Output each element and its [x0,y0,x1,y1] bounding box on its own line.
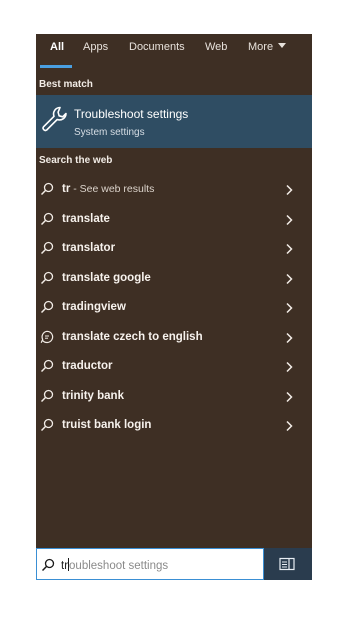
result-label: translate czech to english [62,330,203,343]
web-result-trinity-bank[interactable]: trinity bank [36,383,312,411]
chevron-right-icon [286,184,293,196]
best-match-result[interactable]: Troubleshoot settings System settings [36,95,312,148]
chevron-right-icon [286,361,293,373]
result-label: trinity bank [62,389,124,402]
search-icon [40,389,54,402]
tab-apps[interactable]: Apps [83,41,108,53]
search-icon [41,558,55,572]
taskbar-search: troubleshoot settings [36,548,312,580]
best-match-subtitle: System settings [74,127,145,138]
search-autocomplete-text: oubleshoot settings [69,560,169,572]
chevron-right-icon [286,420,293,432]
web-result-traductor[interactable]: traductor [36,353,312,381]
web-result-tr[interactable]: tr - See web results [36,176,312,204]
tab-more[interactable]: More [248,41,287,53]
preview-pane-icon [279,557,295,571]
preview-pane-button[interactable] [264,548,312,580]
web-result-translate-czech[interactable]: translate czech to english [36,324,312,352]
search-icon [40,212,54,225]
chevron-right-icon [286,243,293,255]
chevron-right-icon [286,273,293,284]
tab-more-label: More [248,41,274,53]
result-label: translator [62,242,116,254]
chevron-right-icon [286,302,293,314]
result-label: tradingview [62,301,126,313]
result-label: tr - See web results [62,183,154,195]
best-match-title: Troubleshoot settings [74,107,189,121]
search-icon [40,359,54,373]
active-tab-indicator [40,65,72,68]
result-suffix: - See web results [70,183,155,195]
result-label: translate [62,212,110,225]
chevron-right-icon [286,214,293,225]
search-query: troubleshoot settings [61,558,168,572]
search-input[interactable]: troubleshoot settings [36,548,264,580]
caret-down-icon [278,43,287,48]
chat-bubble-icon [40,330,54,343]
search-web-heading: Search the web [39,155,113,166]
result-label: traductor [62,360,113,372]
chevron-right-icon [286,332,293,343]
web-result-tradingview[interactable]: tradingview [36,294,312,322]
best-match-heading: Best match [39,79,93,90]
search-icon [40,182,54,196]
tab-all[interactable]: All [50,41,64,53]
search-icon [40,241,54,255]
chevron-right-icon [286,391,293,402]
result-label: truist bank login [62,419,152,431]
wrench-icon [42,106,67,132]
search-icon [40,271,54,284]
web-result-translate-google[interactable]: translate google [36,265,312,293]
web-result-truist-bank-login[interactable]: truist bank login [36,412,312,440]
tab-web[interactable]: Web [205,41,227,53]
start-search-panel: All Apps Documents Web More Best match T… [36,34,312,548]
search-typed-text: tr [61,560,69,572]
result-label: translate google [62,271,151,284]
tab-documents[interactable]: Documents [129,41,185,53]
web-result-translate[interactable]: translate [36,206,312,234]
filter-tabs: All Apps Documents Web More [36,34,312,68]
search-icon [40,300,54,314]
search-icon [40,418,54,432]
web-result-translator[interactable]: translator [36,235,312,263]
